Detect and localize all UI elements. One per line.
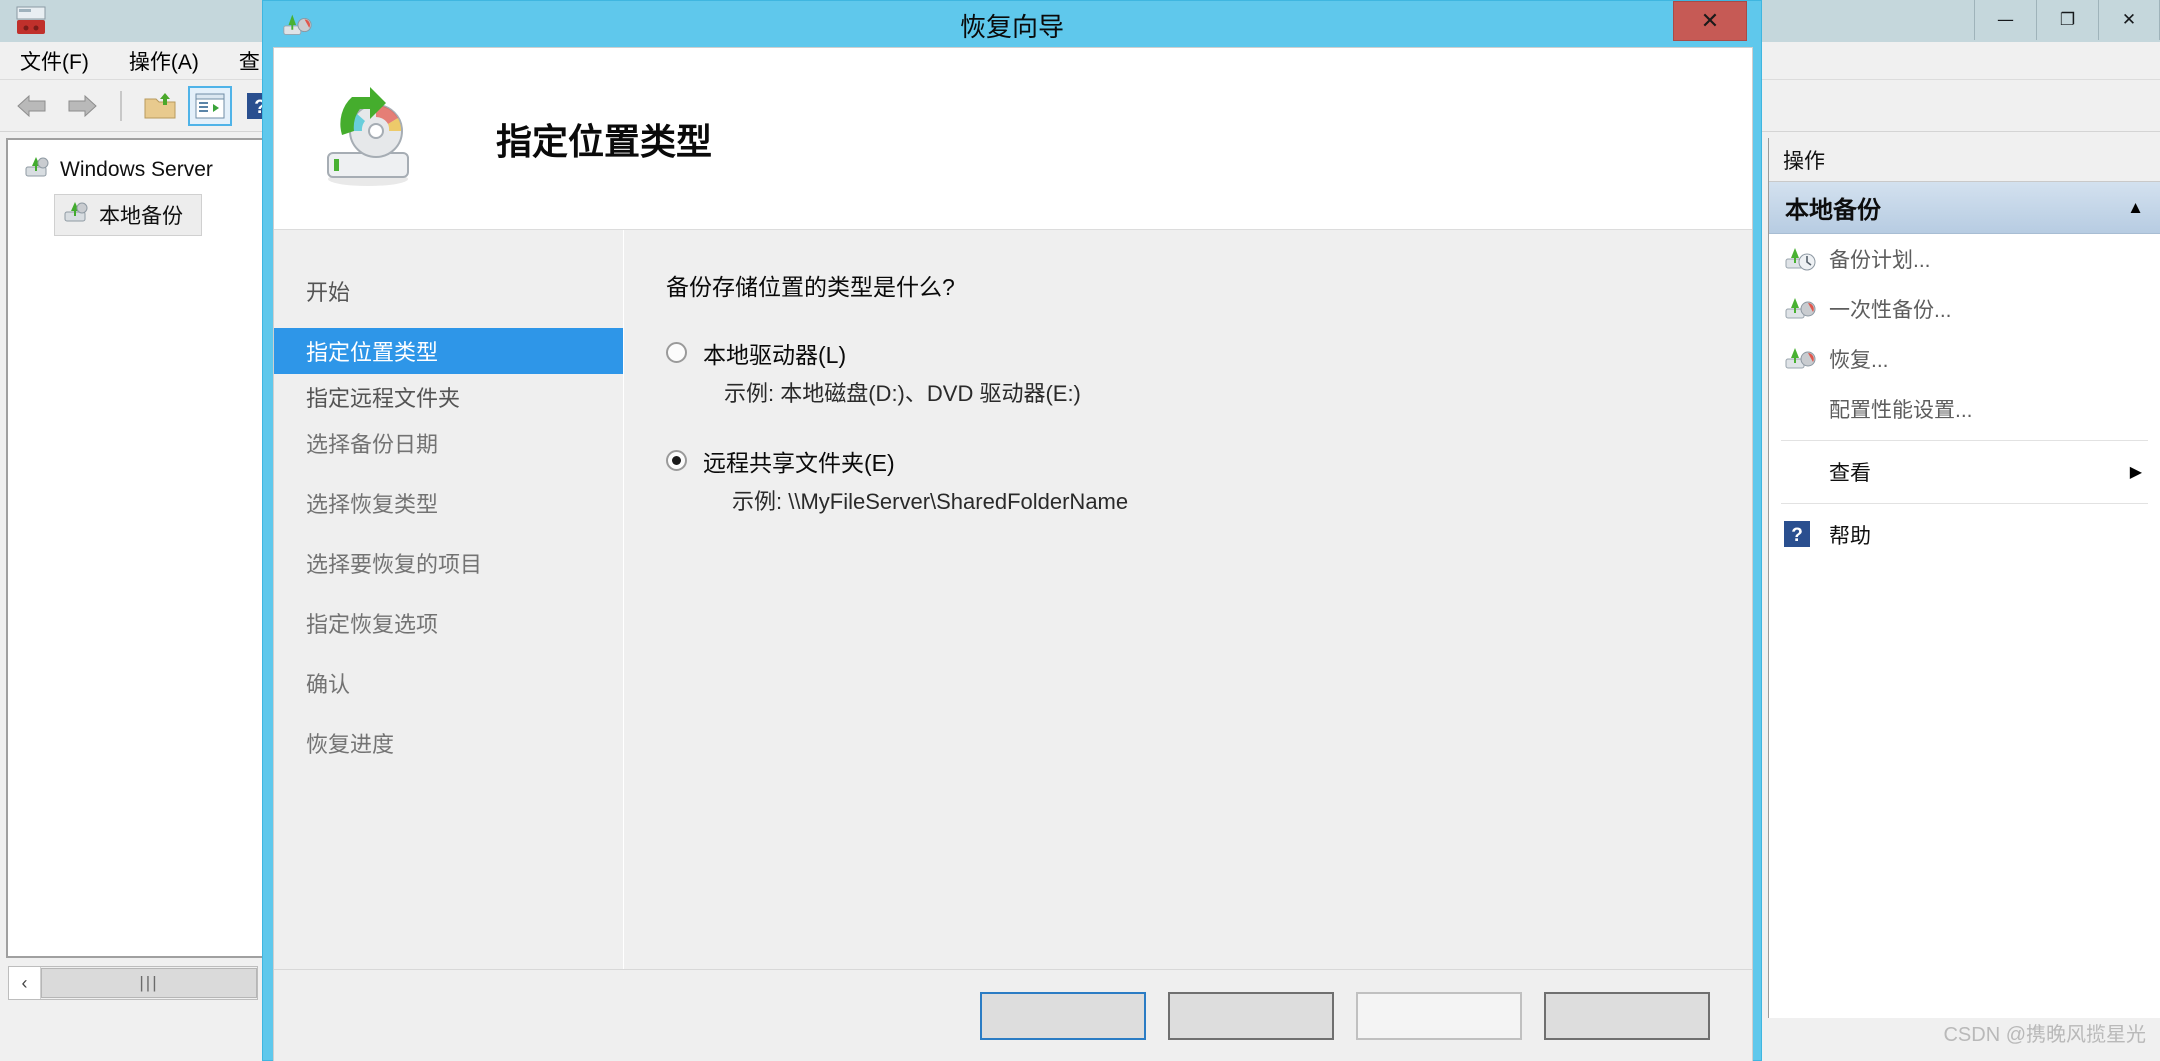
wizard-step-select-items[interactable]: 选择要恢复的项目	[274, 540, 623, 586]
wizard-title: 恢复向导	[959, 12, 1064, 42]
wizard-content: 备份存储位置的类型是什么? 本地驱动器(L) 示例: 本地磁盘(D:)、DVD …	[624, 230, 1752, 969]
minimize-button[interactable]: —	[1974, 0, 2036, 40]
step-label: 开始	[306, 280, 351, 305]
actions-pane-header: 操作	[1769, 138, 2160, 182]
action-view[interactable]: 查看 ▶	[1769, 447, 2160, 497]
actions-divider	[1781, 440, 2148, 441]
action-item-label: 帮助	[1829, 525, 1871, 548]
recover-icon	[1783, 344, 1817, 374]
wizard-step-specify-recovery-options[interactable]: 指定恢复选项	[274, 600, 623, 646]
wizard-footer	[274, 969, 1752, 1061]
step-label: 恢复进度	[306, 732, 395, 757]
action-item-label: 一次性备份...	[1829, 299, 1952, 322]
wizard-step-recovery-progress[interactable]: 恢复进度	[274, 720, 623, 766]
action-item-label: 备份计划...	[1829, 249, 1931, 272]
location-type-question: 备份存储位置的类型是什么?	[666, 274, 955, 300]
svg-text:?: ?	[1791, 525, 1803, 546]
wizard-step-specify-remote-folder[interactable]: 指定远程文件夹	[274, 374, 623, 420]
action-recover[interactable]: 恢复...	[1769, 334, 2160, 384]
watermark: CSDN @携晚风揽星光	[1943, 1024, 2146, 1046]
step-label: 选择恢复类型	[306, 492, 439, 517]
wizard-step-getting-started[interactable]: 开始	[274, 268, 623, 314]
local-backup-node-icon	[61, 199, 89, 231]
wizard-next-button[interactable]	[1168, 991, 1334, 1040]
mmc-window-controls: — ❐ ✕	[1974, 0, 2160, 40]
step-label: 指定恢复选项	[306, 612, 439, 637]
radio-local-drive[interactable]: 本地驱动器(L)	[666, 336, 1712, 370]
action-backup-once[interactable]: 一次性备份...	[1769, 284, 2160, 334]
actions-divider	[1781, 503, 2148, 504]
server-backup-node-icon	[22, 154, 50, 186]
show-hide-tree-icon[interactable]	[138, 86, 182, 126]
properties-window-icon[interactable]	[188, 85, 232, 126]
tree-item-label: 本地备份	[99, 205, 183, 228]
mmc-tree-pane[interactable]: Windows Server 本地备份	[6, 138, 264, 958]
tree-horizontal-scrollbar[interactable]: ‹ |||	[8, 966, 258, 1000]
actions-group-local-backup[interactable]: 本地备份 ▲	[1769, 182, 2160, 234]
spacer-icon	[1783, 457, 1817, 487]
wizard-titlebar: 恢复向导 ✕	[263, 1, 1761, 47]
radio-remote-shared-folder-label: 远程共享文件夹(E)	[703, 450, 895, 476]
action-configure-performance[interactable]: 配置性能设置...	[1769, 384, 2160, 434]
wizard-close-button[interactable]: ✕	[1673, 1, 1747, 41]
step-label: 选择备份日期	[306, 432, 439, 457]
action-item-label: 查看	[1829, 462, 1871, 485]
wizard-header: 指定位置类型	[274, 48, 1752, 230]
server-backup-icon	[14, 4, 48, 38]
local-drive-example: 示例: 本地磁盘(D:)、DVD 驱动器(E:)	[724, 381, 1081, 406]
action-backup-schedule[interactable]: 备份计划...	[1769, 234, 2160, 284]
wizard-steps-nav: 开始 指定位置类型 指定远程文件夹 选择备份日期 选择恢复类型 选择要恢复的项目…	[274, 230, 624, 969]
actions-pane: 操作 本地备份 ▲ 备份计划... 一次性备份... 恢复... 配置性能设置.…	[1768, 138, 2160, 1018]
back-arrow-icon[interactable]	[10, 86, 54, 126]
actions-group-label: 本地备份	[1785, 197, 1881, 224]
menu-file[interactable]: 文件(F)	[16, 44, 107, 78]
maximize-button[interactable]: ❐	[2036, 0, 2098, 40]
recovery-drive-icon	[312, 83, 424, 195]
wizard-step-select-recovery-type[interactable]: 选择恢复类型	[274, 480, 623, 526]
wizard-page-title: 指定位置类型	[496, 120, 713, 162]
action-help[interactable]: ? 帮助	[1769, 510, 2160, 560]
recovery-wizard-dialog: 恢复向导 ✕ 指定位置类型 开始 指定位置类型 指定远程文件夹 选择备份日期 选…	[262, 0, 1762, 1061]
radio-local-drive-indicator[interactable]	[666, 342, 687, 363]
chevron-up-icon[interactable]: ▲	[2127, 198, 2144, 218]
toolbar-separator	[120, 90, 122, 121]
radio-remote-shared-folder-indicator[interactable]	[666, 450, 687, 471]
close-button[interactable]: ✕	[2098, 0, 2160, 40]
wizard-cancel-button[interactable]	[1544, 991, 1710, 1040]
help-icon: ?	[1783, 520, 1817, 550]
chevron-right-icon[interactable]: ▶	[2130, 462, 2142, 482]
wizard-main: 开始 指定位置类型 指定远程文件夹 选择备份日期 选择恢复类型 选择要恢复的项目…	[274, 230, 1752, 969]
wizard-step-select-backup-date[interactable]: 选择备份日期	[274, 420, 623, 466]
remote-folder-example: 示例: \\MyFileServer\SharedFolderName	[732, 489, 1129, 514]
menu-action[interactable]: 操作(A)	[125, 44, 217, 78]
backup-schedule-icon	[1783, 244, 1817, 274]
radio-remote-shared-folder[interactable]: 远程共享文件夹(E)	[666, 444, 1712, 478]
step-label: 指定远程文件夹	[306, 386, 461, 411]
spacer-icon	[1783, 394, 1817, 424]
wizard-body: 指定位置类型 开始 指定位置类型 指定远程文件夹 选择备份日期 选择恢复类型 选…	[273, 47, 1753, 1061]
screen: — ❐ ✕ 文件(F) 操作(A) 查 ? Windows Server 本地备…	[0, 0, 2160, 1061]
step-label: 确认	[306, 672, 351, 697]
wizard-back-button[interactable]	[980, 991, 1146, 1040]
tree-item-local-backup[interactable]: 本地备份	[54, 194, 202, 236]
wizard-recover-button[interactable]	[1356, 991, 1522, 1040]
wizard-step-confirmation[interactable]: 确认	[274, 660, 623, 706]
scrollbar-thumb[interactable]: |||	[41, 968, 257, 998]
radio-local-drive-label: 本地驱动器(L)	[703, 342, 847, 368]
action-item-label: 恢复...	[1829, 349, 1889, 372]
action-item-label: 配置性能设置...	[1829, 399, 1973, 422]
backup-once-icon	[1783, 294, 1817, 324]
step-label: 选择要恢复的项目	[306, 552, 483, 577]
forward-arrow-icon[interactable]	[60, 86, 104, 126]
tree-item-windows-server[interactable]: Windows Server	[16, 150, 262, 190]
step-label: 指定位置类型	[306, 340, 439, 365]
wizard-step-specify-location-type[interactable]: 指定位置类型	[274, 328, 623, 374]
scroll-left-arrow-icon[interactable]: ‹	[9, 967, 41, 999]
tree-item-label: Windows Server	[60, 158, 213, 181]
